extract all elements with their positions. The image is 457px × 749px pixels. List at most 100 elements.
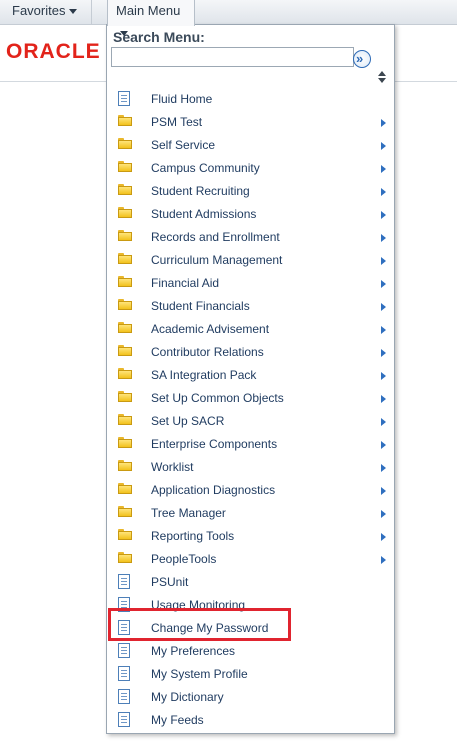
- main-menu-button[interactable]: Main Menu: [107, 0, 195, 37]
- menu-item-academic-advisement[interactable]: Academic Advisement: [107, 318, 394, 341]
- menu-item-peopletools[interactable]: PeopleTools: [107, 548, 394, 571]
- folder-icon: [118, 368, 132, 379]
- menu-item-label: My Preferences: [151, 644, 236, 658]
- menu-item-usage-monitoring[interactable]: Usage Monitoring: [107, 594, 394, 617]
- submenu-arrow-icon: [381, 257, 386, 265]
- menu-item-label: Contributor Relations: [151, 345, 264, 359]
- main-menu-label: Main Menu: [116, 3, 181, 18]
- menu-item-label: Financial Aid: [151, 276, 220, 290]
- menu-item-financial-aid[interactable]: Financial Aid: [107, 272, 394, 295]
- menu-item-psunit[interactable]: PSUnit: [107, 571, 394, 594]
- submenu-arrow-icon: [381, 441, 386, 449]
- menu-item-student-financials[interactable]: Student Financials: [107, 295, 394, 318]
- main-menu-dropdown: Search Menu: » Fluid Home PSM Test Self Se…: [106, 24, 395, 734]
- submenu-arrow-icon: [381, 119, 386, 127]
- menu-item-enterprise-components[interactable]: Enterprise Components: [107, 433, 394, 456]
- folder-icon: [118, 437, 132, 448]
- folder-icon: [118, 391, 132, 402]
- folder-icon: [118, 184, 132, 195]
- menu-item-tree-manager[interactable]: Tree Manager: [107, 502, 394, 525]
- submenu-arrow-icon: [381, 142, 386, 150]
- document-icon: [118, 666, 130, 682]
- menu-item-reporting-tools[interactable]: Reporting Tools: [107, 525, 394, 548]
- search-menu-input[interactable]: [111, 47, 354, 67]
- submenu-arrow-icon: [381, 464, 386, 472]
- submenu-arrow-icon: [381, 372, 386, 380]
- submenu-arrow-icon: [381, 280, 386, 288]
- folder-icon: [118, 414, 132, 425]
- menu-item-curriculum-management[interactable]: Curriculum Management: [107, 249, 394, 272]
- folder-icon: [118, 276, 132, 287]
- menu-item-my-preferences[interactable]: My Preferences: [107, 640, 394, 663]
- menu-item-my-dictionary[interactable]: My Dictionary: [107, 686, 394, 709]
- menu-item-label: Records and Enrollment: [151, 230, 280, 244]
- submenu-arrow-icon: [381, 349, 386, 357]
- menu-item-my-feeds[interactable]: My Feeds: [107, 709, 394, 732]
- submenu-arrow-icon: [381, 188, 386, 196]
- folder-icon: [118, 529, 132, 540]
- menu-item-label: Set Up Common Objects: [151, 391, 284, 405]
- menu-item-change-my-password[interactable]: Change My Password: [107, 617, 394, 640]
- folder-icon: [118, 161, 132, 172]
- submenu-arrow-icon: [381, 234, 386, 242]
- submenu-arrow-icon: [381, 510, 386, 518]
- menu-item-application-diagnostics[interactable]: Application Diagnostics: [107, 479, 394, 502]
- menu-item-psm-test[interactable]: PSM Test: [107, 111, 394, 134]
- menu-item-label: Academic Advisement: [151, 322, 270, 336]
- folder-icon: [118, 460, 132, 471]
- menu-item-fluid-home[interactable]: Fluid Home: [107, 88, 394, 111]
- menu-item-label: My Feeds: [151, 713, 204, 727]
- menu-item-student-admissions[interactable]: Student Admissions: [107, 203, 394, 226]
- submenu-arrow-icon: [381, 303, 386, 311]
- menu-item-label: Curriculum Management: [151, 253, 283, 267]
- menu-item-label: Enterprise Components: [151, 437, 278, 451]
- chevron-down-icon: [69, 9, 78, 15]
- document-icon: [118, 689, 130, 705]
- folder-icon: [118, 253, 132, 264]
- double-chevron-right-icon: »: [356, 51, 363, 66]
- menu-item-worklist[interactable]: Worklist: [107, 456, 394, 479]
- document-icon: [118, 643, 130, 659]
- menu-item-label: Change My Password: [151, 621, 269, 635]
- menu-item-label: Student Recruiting: [151, 184, 250, 198]
- menu-item-set-up-common-objects[interactable]: Set Up Common Objects: [107, 387, 394, 410]
- document-icon: [118, 597, 130, 613]
- chevron-down-icon: [120, 31, 128, 37]
- menu-item-records-and-enrollment[interactable]: Records and Enrollment: [107, 226, 394, 249]
- menu-item-label: Tree Manager: [151, 506, 226, 520]
- folder-icon: [118, 115, 132, 126]
- folder-icon: [118, 230, 132, 241]
- menu-item-label: Usage Monitoring: [151, 598, 246, 612]
- menu-item-label: PSUnit: [151, 575, 189, 589]
- search-go-button[interactable]: »: [353, 50, 371, 68]
- menu-item-my-system-profile[interactable]: My System Profile: [107, 663, 394, 686]
- submenu-arrow-icon: [381, 165, 386, 173]
- folder-icon: [118, 345, 132, 356]
- submenu-arrow-icon: [381, 395, 386, 403]
- folder-icon: [118, 506, 132, 517]
- menu-item-label: PSM Test: [151, 115, 203, 129]
- menu-item-set-up-sacr[interactable]: Set Up SACR: [107, 410, 394, 433]
- favorites-menu-button[interactable]: Favorites: [4, 0, 92, 24]
- submenu-arrow-icon: [381, 211, 386, 219]
- folder-icon: [118, 138, 132, 149]
- folder-icon: [118, 552, 132, 563]
- menu-item-label: Reporting Tools: [151, 529, 235, 543]
- favorites-label: Favorites: [12, 3, 66, 18]
- menu-item-label: My System Profile: [151, 667, 248, 681]
- menu-item-contributor-relations[interactable]: Contributor Relations: [107, 341, 394, 364]
- menu-item-self-service[interactable]: Self Service: [107, 134, 394, 157]
- top-nav-bar: Favorites Main Menu: [0, 0, 457, 37]
- menu-item-sa-integration-pack[interactable]: SA Integration Pack: [107, 364, 394, 387]
- sort-toggle-icon[interactable]: [378, 71, 386, 83]
- menu-item-label: Student Admissions: [151, 207, 257, 221]
- oracle-logo: ORACLE: [6, 40, 101, 63]
- menu-item-student-recruiting[interactable]: Student Recruiting: [107, 180, 394, 203]
- menu-item-campus-community[interactable]: Campus Community: [107, 157, 394, 180]
- submenu-arrow-icon: [381, 556, 386, 564]
- menu-item-label: Fluid Home: [151, 92, 213, 106]
- folder-icon: [118, 207, 132, 218]
- document-icon: [118, 574, 130, 590]
- menu-item-label: Set Up SACR: [151, 414, 225, 428]
- folder-icon: [118, 322, 132, 333]
